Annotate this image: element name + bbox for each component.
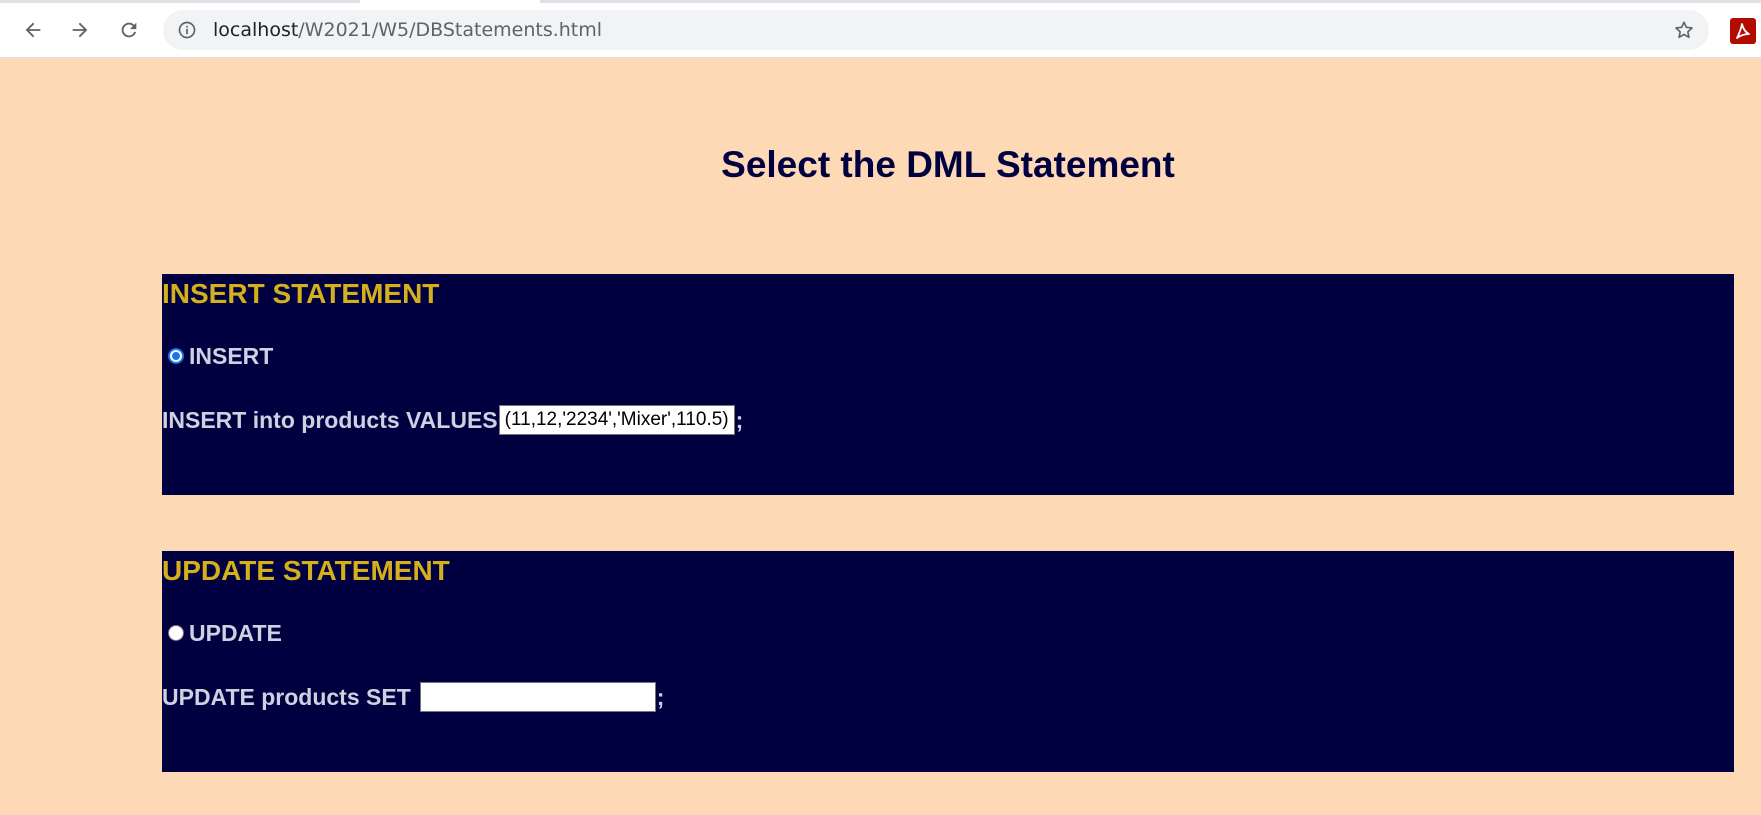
insert-radio-label: INSERT: [189, 343, 274, 369]
back-arrow-icon: [25, 22, 41, 38]
url-path: /W2021/W5/DBStatements.html: [298, 19, 603, 41]
browser-toolbar: localhost/W2021/W5/DBStatements.html: [0, 0, 1761, 58]
update-statement-row: UPDATE products SET ;: [162, 681, 664, 713]
update-radio-option[interactable]: UPDATE: [168, 619, 282, 647]
update-radio-label: UPDATE: [189, 620, 282, 646]
pdf-extension-icon[interactable]: [1730, 18, 1756, 44]
active-tab[interactable]: [360, 0, 540, 3]
insert-values-input[interactable]: [498, 405, 735, 435]
insert-semicolon: ;: [735, 407, 744, 433]
insert-statement-prefix: INSERT into products VALUES: [162, 407, 498, 433]
insert-panel: INSERT STATEMENT INSERT INSERT into prod…: [162, 274, 1734, 495]
forward-button[interactable]: [63, 13, 97, 47]
update-heading: UPDATE STATEMENT: [162, 555, 450, 586]
url-text[interactable]: localhost/W2021/W5/DBStatements.html: [213, 20, 602, 40]
back-button[interactable]: [16, 13, 50, 47]
page-title: Select the DML Statement: [721, 144, 1175, 185]
insert-heading: INSERT STATEMENT: [162, 278, 440, 309]
star-icon[interactable]: [1673, 19, 1695, 41]
url-host: localhost: [213, 19, 299, 41]
reload-icon: [121, 22, 137, 38]
update-statement-prefix: UPDATE products SET: [162, 684, 411, 710]
insert-radio-option[interactable]: INSERT: [168, 342, 273, 370]
reload-button[interactable]: [112, 13, 146, 47]
update-semicolon: ;: [656, 684, 665, 710]
tab-strip: [0, 0, 1761, 3]
info-icon[interactable]: [177, 20, 197, 40]
update-set-input[interactable]: [419, 682, 656, 712]
address-bar[interactable]: localhost/W2021/W5/DBStatements.html: [163, 10, 1709, 50]
insert-radio[interactable]: [168, 348, 184, 364]
update-radio[interactable]: [168, 625, 184, 641]
update-panel: UPDATE STATEMENT UPDATE UPDATE products …: [162, 551, 1734, 772]
insert-statement-row: INSERT into products VALUES ;: [162, 404, 743, 436]
forward-arrow-icon: [72, 22, 88, 38]
